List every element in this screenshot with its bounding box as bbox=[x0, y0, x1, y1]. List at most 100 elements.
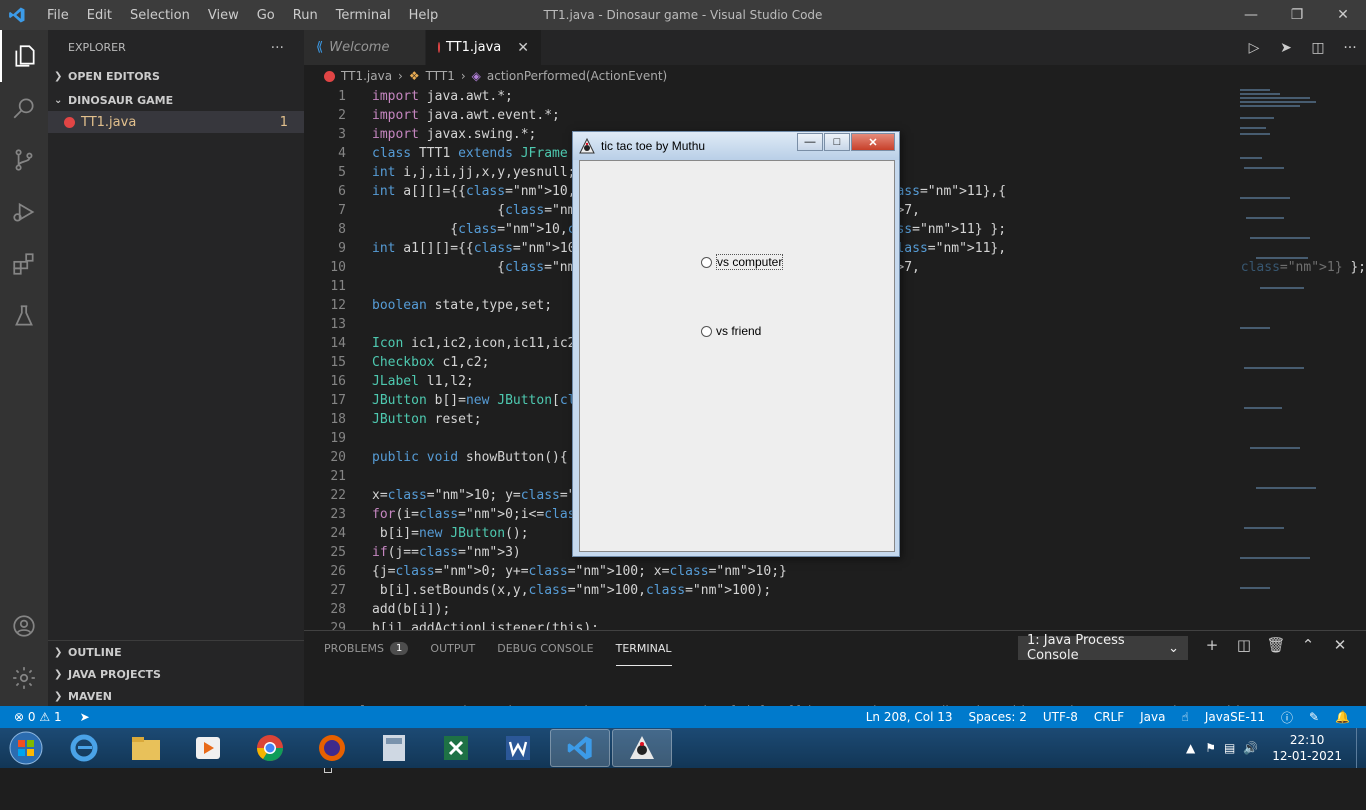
tab-debug-console[interactable]: DEBUG CONSOLE bbox=[497, 631, 593, 666]
tab-welcome[interactable]: ⟪ Welcome bbox=[304, 30, 426, 65]
warning-count[interactable]: 1 bbox=[54, 710, 62, 724]
firefox-icon[interactable] bbox=[302, 729, 362, 767]
new-terminal-plus-icon[interactable]: + bbox=[1196, 636, 1228, 654]
vs-friend-radio[interactable]: vs friend bbox=[701, 324, 761, 338]
breadcrumb-class[interactable]: TTT1 bbox=[426, 69, 455, 83]
menu-go[interactable]: Go bbox=[248, 8, 284, 23]
terminal-selector[interactable]: 1: Java Process Console ⌄ bbox=[1018, 633, 1188, 663]
run-debug-icon[interactable] bbox=[0, 186, 48, 238]
minimize-icon[interactable]: — bbox=[1228, 0, 1274, 30]
error-icon[interactable]: ⊗ bbox=[14, 710, 24, 724]
breadcrumb-method[interactable]: actionPerformed(ActionEvent) bbox=[487, 69, 667, 83]
indentation[interactable]: Spaces: 2 bbox=[969, 710, 1027, 724]
explorer-title: EXPLORER bbox=[68, 41, 126, 54]
tab-terminal[interactable]: TERMINAL bbox=[615, 631, 672, 666]
vscode-taskbar-icon[interactable] bbox=[550, 729, 610, 767]
menu-selection[interactable]: Selection bbox=[121, 8, 199, 23]
code-line[interactable]: 27 b[i].setBounds(x,y,class="nm">100,cla… bbox=[304, 581, 1366, 600]
java-window-titlebar[interactable]: tic tac toe by Muthu — □ ✕ bbox=[573, 132, 899, 160]
code-text: boolean state,type,set; bbox=[372, 298, 553, 313]
split-terminal-icon[interactable]: ◫ bbox=[1228, 636, 1260, 654]
tab-tt1-java[interactable]: TT1.java ✕ bbox=[426, 30, 542, 65]
menu-run[interactable]: Run bbox=[284, 8, 327, 23]
show-hidden-icons-icon[interactable]: ▲ bbox=[1186, 741, 1195, 755]
search-icon[interactable] bbox=[0, 82, 48, 134]
run-icon[interactable]: ▷ bbox=[1238, 40, 1270, 56]
chevron-up-icon[interactable]: ⌃ bbox=[1292, 636, 1324, 654]
breadcrumb-file[interactable]: TT1.java bbox=[341, 69, 392, 83]
trash-icon[interactable]: 🗑 bbox=[1260, 636, 1292, 654]
close-icon[interactable]: ✕ bbox=[1320, 0, 1366, 30]
media-player-icon[interactable] bbox=[178, 729, 238, 767]
maven-section[interactable]: ❯ MAVEN bbox=[48, 685, 304, 707]
java-close-icon[interactable]: ✕ bbox=[851, 133, 895, 151]
editor-actions: ▷ ➤ ◫ ··· bbox=[1238, 30, 1366, 65]
chevron-down-icon: ⌄ bbox=[1168, 640, 1179, 656]
project-section[interactable]: ⌄ DINOSAUR GAME bbox=[48, 89, 304, 111]
close-panel-icon[interactable]: ✕ bbox=[1324, 636, 1356, 654]
line-ending[interactable]: CRLF bbox=[1094, 710, 1124, 724]
source-control-icon[interactable] bbox=[0, 134, 48, 186]
volume-icon[interactable]: 🔊 bbox=[1243, 741, 1258, 755]
menu-file[interactable]: File bbox=[38, 8, 78, 23]
info-icon[interactable]: ⓘ bbox=[1281, 709, 1293, 726]
outline-section[interactable]: ❯ OUTLINE bbox=[48, 641, 304, 663]
editor-tabs: ⟪ Welcome TT1.java ✕ ▷ ➤ ◫ ··· bbox=[304, 30, 1366, 65]
debug-icon[interactable]: ➤ bbox=[1270, 40, 1302, 56]
more-actions-icon[interactable]: ··· bbox=[271, 40, 284, 56]
flag-icon[interactable]: ⚑ bbox=[1205, 741, 1216, 755]
minimap[interactable] bbox=[1236, 87, 1352, 630]
menu-edit[interactable]: Edit bbox=[78, 8, 121, 23]
java-app-icon[interactable] bbox=[612, 729, 672, 767]
split-editor-icon[interactable]: ◫ bbox=[1302, 40, 1334, 56]
line-number: 20 bbox=[330, 450, 346, 465]
live-share-icon[interactable]: ➤ bbox=[80, 710, 90, 724]
code-line[interactable]: 2 import java.awt.event.*; bbox=[304, 106, 1366, 125]
warning-icon[interactable]: ⚠ bbox=[39, 710, 50, 724]
bell-icon[interactable]: 🔔 bbox=[1335, 710, 1350, 724]
calculator-icon[interactable] bbox=[364, 729, 424, 767]
clock[interactable]: 22:10 12-01-2021 bbox=[1272, 732, 1342, 764]
ie-icon[interactable] bbox=[54, 729, 114, 767]
file-explorer-icon[interactable] bbox=[116, 729, 176, 767]
error-count[interactable]: 0 bbox=[28, 710, 36, 724]
open-editors-section[interactable]: ❯ OPEN EDITORS bbox=[48, 65, 304, 87]
menu-view[interactable]: View bbox=[199, 8, 248, 23]
tab-problems[interactable]: PROBLEMS 1 bbox=[324, 631, 409, 666]
java-minimize-icon[interactable]: — bbox=[797, 133, 823, 151]
excel-icon[interactable] bbox=[426, 729, 486, 767]
code-line[interactable]: 28 add(b[i]); bbox=[304, 600, 1366, 619]
tab-output[interactable]: OUTPUT bbox=[430, 631, 475, 666]
start-button[interactable] bbox=[0, 729, 52, 767]
cursor-position[interactable]: Ln 208, Col 13 bbox=[866, 710, 953, 724]
testing-flask-icon[interactable] bbox=[0, 290, 48, 342]
account-icon[interactable] bbox=[0, 600, 48, 652]
line-number: 19 bbox=[330, 431, 346, 446]
menu-help[interactable]: Help bbox=[400, 8, 448, 23]
restore-icon[interactable]: ❐ bbox=[1274, 0, 1320, 30]
java-maximize-icon[interactable]: □ bbox=[824, 133, 850, 151]
show-desktop-button[interactable] bbox=[1356, 728, 1366, 768]
feedback-icon[interactable]: ✎ bbox=[1309, 710, 1319, 724]
encoding[interactable]: UTF-8 bbox=[1043, 710, 1078, 724]
code-line[interactable]: 29 b[i].addActionListener(this); bbox=[304, 619, 1366, 630]
close-tab-icon[interactable]: ✕ bbox=[517, 40, 529, 56]
extensions-icon[interactable] bbox=[0, 238, 48, 290]
explorer-icon[interactable] bbox=[0, 30, 48, 82]
jdk-version[interactable]: JavaSE-11 bbox=[1205, 710, 1265, 724]
settings-gear-icon[interactable] bbox=[0, 652, 48, 704]
java-app-window: tic tac toe by Muthu — □ ✕ vs computer v… bbox=[572, 131, 900, 557]
vs-computer-radio[interactable]: vs computer bbox=[701, 254, 784, 270]
code-line[interactable]: 26 {j=class="nm">0; y+=class="nm">100; x=… bbox=[304, 562, 1366, 581]
thumbs-up-icon[interactable]: ☝ bbox=[1182, 710, 1189, 724]
word-icon[interactable] bbox=[488, 729, 548, 767]
more-icon[interactable]: ··· bbox=[1334, 40, 1366, 56]
java-projects-section[interactable]: ❯ JAVA PROJECTS bbox=[48, 663, 304, 685]
chrome-icon[interactable] bbox=[240, 729, 300, 767]
code-line[interactable]: 1 import java.awt.*; bbox=[304, 87, 1366, 106]
network-icon[interactable]: ▤ bbox=[1224, 741, 1235, 755]
file-item-tt1-java[interactable]: TT1.java 1 bbox=[48, 111, 304, 133]
language-mode[interactable]: Java bbox=[1140, 710, 1165, 724]
menu-terminal[interactable]: Terminal bbox=[327, 8, 400, 23]
